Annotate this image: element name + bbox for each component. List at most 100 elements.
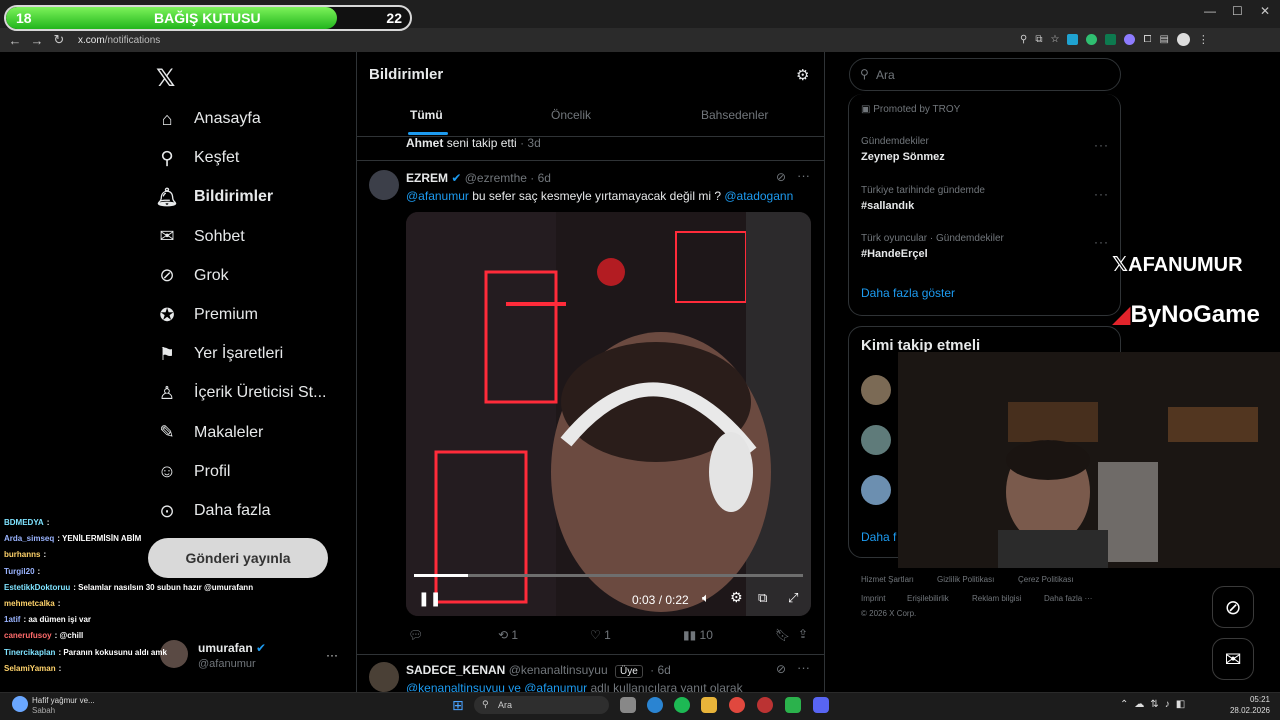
sidebar-item-label: Bildirimler — [194, 188, 274, 206]
grok-icon[interactable]: ⊘ — [776, 662, 786, 676]
maximize-button[interactable]: ☐ — [1232, 4, 1243, 18]
discord-icon[interactable] — [813, 697, 829, 713]
tweet-handle[interactable]: @kenanaltinsuyuu — [509, 663, 608, 677]
account-name[interactable]: umurafan ✔ — [198, 641, 266, 655]
weather-title[interactable]: Hafif yağmur ve... — [32, 696, 95, 705]
x-logo-icon[interactable]: 𝕏 — [156, 64, 175, 93]
trend-more-icon[interactable]: ··· — [1094, 187, 1109, 201]
share-icon[interactable]: ⧉ — [1035, 34, 1042, 45]
trend-category: Türk oyuncular · Gündemdekiler — [861, 233, 1004, 244]
reload-button[interactable]: ↻ — [48, 32, 70, 48]
sidebar-item-more[interactable]: ⊙ Daha fazla — [156, 496, 270, 526]
footer-link[interactable]: Erişilebilirlik — [907, 594, 949, 603]
suggested-avatar[interactable] — [861, 425, 891, 455]
system-tray[interactable]: ⌃☁⇅♪◧ — [1120, 699, 1191, 710]
star-icon[interactable]: ☆ — [1050, 34, 1059, 45]
retweet-button[interactable]: ⟲ 1 — [498, 628, 518, 642]
footer-link[interactable]: Reklam bilgisi — [972, 594, 1021, 603]
footer-link[interactable]: Daha fazla ··· — [1044, 594, 1092, 603]
tweet-avatar[interactable] — [369, 662, 399, 692]
taskview-icon[interactable] — [620, 697, 636, 713]
trend-item[interactable]: Gündemdekiler Zeynep Sönmez — [861, 136, 945, 163]
tab-all[interactable]: Tümü — [410, 108, 443, 122]
sidebar-item-person[interactable]: ☺ Profil — [156, 457, 231, 487]
grok-icon[interactable]: ⊘ — [776, 170, 786, 184]
sidebar-item-articles[interactable]: ✎ Makaleler — [156, 418, 263, 448]
windows-start-icon[interactable]: ⊞ — [452, 697, 464, 714]
tab-mentions[interactable]: Bahsedenler — [701, 108, 768, 122]
trend-item[interactable]: Türkiye tarihinde gündemde #sallandık — [861, 185, 985, 212]
messages-icon[interactable]: ✉ — [1212, 638, 1254, 680]
footer-link[interactable]: Imprint — [861, 594, 885, 603]
show-more-link[interactable]: Daha fazla göster — [861, 286, 955, 300]
back-button[interactable]: ← — [4, 33, 26, 48]
post-button[interactable]: Gönderi yayınla — [148, 538, 328, 578]
zoom-icon[interactable]: ⚲ — [1020, 34, 1027, 45]
like-button[interactable]: ♡ 1 — [590, 628, 611, 642]
app-icon[interactable] — [757, 697, 773, 713]
follow-notification[interactable]: Ahmet seni takip etti · 3d — [406, 136, 541, 150]
tweet-avatar[interactable] — [369, 170, 399, 200]
sidebar-item-bookmark[interactable]: ⚑ Yer İşaretleri — [156, 339, 283, 369]
forward-button[interactable]: → — [26, 33, 48, 48]
tweet-author[interactable]: EZREM — [406, 171, 448, 185]
pip-icon[interactable]: ⧉ — [758, 590, 767, 606]
divider — [357, 654, 824, 655]
tab-priority[interactable]: Öncelik — [551, 108, 591, 122]
wtf-more-link[interactable]: Daha f — [861, 530, 896, 544]
extension-icon[interactable] — [1067, 34, 1079, 45]
puzzle-icon[interactable]: ⧠ — [1143, 34, 1151, 45]
video-settings-icon[interactable]: ⚙ — [730, 589, 743, 606]
weather-icon[interactable] — [12, 696, 28, 712]
suggested-avatar[interactable] — [861, 475, 891, 505]
tweet-handle[interactable]: @ezremthe — [465, 171, 527, 185]
extension-icon[interactable] — [1086, 34, 1098, 45]
sidebar-item-search[interactable]: ⚲ Keşfet — [156, 143, 239, 173]
taskbar-search[interactable]: ⚲ Ara — [474, 696, 609, 714]
settings-icon[interactable]: ⚙ — [796, 66, 809, 84]
suggested-avatar[interactable] — [861, 375, 891, 405]
spotify-icon[interactable] — [674, 697, 690, 713]
footer-link[interactable]: Hizmet Şartları — [861, 575, 914, 584]
sidebar-item-home[interactable]: ⌂ Anasayfa — [156, 104, 261, 134]
share-icon[interactable]: ⇪ — [798, 627, 808, 641]
footer-link[interactable]: Çerez Politikası — [1018, 575, 1074, 584]
sidebar-item-creator[interactable]: ♙ İçerik Üreticisi St... — [156, 378, 327, 408]
edge-icon[interactable] — [647, 697, 663, 713]
split-icon[interactable]: ▤ — [1159, 34, 1168, 45]
reply-icon[interactable]: 💬︎ — [408, 628, 423, 642]
grok-icon[interactable]: ⊘ — [1212, 586, 1254, 628]
chrome-icon[interactable] — [729, 697, 745, 713]
fullscreen-icon[interactable]: ⤢ — [788, 590, 798, 606]
tweet-author[interactable]: SADECE_KENAN — [406, 663, 505, 677]
views-button[interactable]: ▮▮ 10 — [683, 628, 713, 642]
explorer-icon[interactable] — [701, 697, 717, 713]
sidebar-item-label: Profil — [194, 462, 231, 480]
sidebar-item-verified[interactable]: ✪ Premium — [156, 300, 258, 330]
close-window-button[interactable]: ✕ — [1260, 4, 1270, 18]
tweet-more-icon[interactable]: ··· — [797, 660, 810, 675]
verified-icon: ✪ — [159, 304, 175, 325]
footer-link[interactable]: Gizlilik Politikası — [937, 575, 994, 584]
volume-icon[interactable]: 🔈︎ — [702, 590, 710, 606]
account-more-icon[interactable]: ··· — [326, 648, 338, 662]
url-field[interactable]: x.com/notifications — [78, 35, 160, 46]
search-input[interactable]: ⚲ Ara — [849, 58, 1121, 91]
sidebar-item-bell[interactable]: 🔔︎ Bildirimler — [156, 182, 274, 212]
tweet-video[interactable]: ❚❚ 0:03 / 0:22 🔈︎ ⚙ ⧉ ⤢ — [406, 212, 811, 616]
pause-icon[interactable]: ❚❚ — [418, 590, 441, 607]
profile-avatar-icon[interactable] — [1176, 33, 1190, 46]
sidebar-item-mail[interactable]: ✉ Sohbet — [156, 222, 244, 252]
extension-icon[interactable] — [1105, 34, 1117, 45]
trend-more-icon[interactable]: ··· — [1094, 235, 1109, 249]
tweet-more-icon[interactable]: ··· — [797, 168, 810, 183]
trend-item[interactable]: Türk oyuncular · Gündemdekiler #HandeErçe… — [861, 233, 1004, 260]
video-progress-track[interactable] — [414, 574, 803, 577]
minimize-button[interactable]: — — [1204, 4, 1216, 18]
menu-icon[interactable]: ⋮ — [1198, 33, 1209, 46]
trend-more-icon[interactable]: ··· — [1094, 138, 1109, 152]
extension-icon[interactable] — [1124, 34, 1136, 45]
whatsapp-icon[interactable] — [785, 697, 801, 713]
bookmark-icon[interactable]: 🔖︎ — [775, 628, 790, 642]
sidebar-item-grok[interactable]: ⊘ Grok — [156, 261, 228, 291]
